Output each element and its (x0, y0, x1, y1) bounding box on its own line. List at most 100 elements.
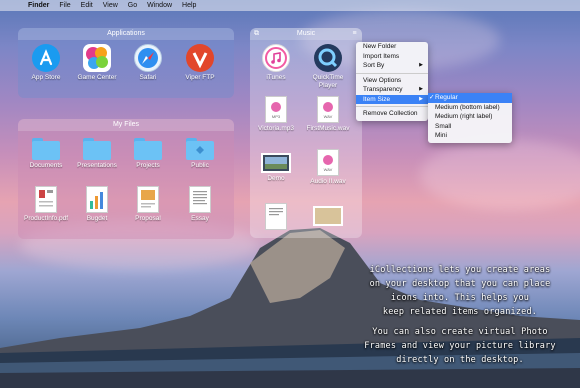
game-center-icon (83, 44, 111, 72)
safari-item[interactable]: Safari (126, 44, 170, 81)
victoria-label: Victoria.mp3 (257, 125, 294, 132)
safari-icon (134, 44, 162, 72)
caption-line: icons into. This helps you (390, 293, 530, 303)
caption-text: iCollections lets you create areas on yo… (340, 263, 580, 367)
svg-text:WAV: WAV (324, 114, 333, 119)
viper-ftp-label: Viper FTP (185, 74, 215, 81)
safari-label: Safari (139, 74, 157, 81)
menu-edit[interactable]: Edit (81, 2, 93, 9)
itunes-item[interactable]: iTunes (254, 44, 298, 81)
victoria-mp3-item[interactable]: MP3 Victoria.mp3 (254, 96, 298, 132)
menu-item-remove-collection[interactable]: Remove Collection (356, 109, 428, 119)
audio-file-icon: WAV (317, 149, 339, 176)
menu-help[interactable]: Help (182, 2, 196, 9)
document-icon (189, 186, 211, 213)
submenu-item-mini[interactable]: Mini (428, 131, 512, 141)
folder-icon (186, 138, 214, 160)
audio-ii-wav-item[interactable]: WAV Audio II.wav (306, 149, 350, 185)
context-menu: New Folder Import Items Sort By ▶ View Op… (356, 42, 428, 121)
menu-separator (356, 106, 428, 107)
app-store-label: App Store (31, 74, 61, 81)
folder-icon (134, 138, 162, 160)
caption-line: directly on the desktop. (396, 355, 524, 365)
pdf-document-icon (35, 186, 57, 213)
music-title: ⧉ Music ≡ (250, 28, 362, 40)
music-collection[interactable]: ⧉ Music ≡ iTunes QuickTime Player MP3 Vi… (250, 28, 362, 238)
public-label: Public (191, 162, 209, 169)
menu-view[interactable]: View (103, 2, 118, 9)
public-folder-item[interactable]: Public (178, 135, 222, 169)
documents-label: Documents (29, 162, 63, 169)
menu-item-new-folder[interactable]: New Folder (356, 42, 428, 52)
menu-item-view-options[interactable]: View Options (356, 76, 428, 86)
submenu-arrow-icon: ▶ (419, 62, 423, 68)
menu-item-sort-by[interactable]: Sort By ▶ (356, 61, 428, 71)
menu-bar: Finder File Edit View Go Window Help (0, 0, 580, 11)
firstmusic-label: FirstMusic.wav (306, 125, 350, 132)
caption-line: You can also create virtual Photo (372, 327, 548, 337)
document-icon (137, 186, 159, 213)
menu-go[interactable]: Go (128, 2, 137, 9)
proposal-label: Proposal (135, 215, 161, 222)
essay-item[interactable]: Essay (178, 186, 222, 222)
document-item[interactable] (254, 203, 298, 230)
my-files-collection[interactable]: My Files Documents Presentations Project… (18, 119, 234, 239)
submenu-arrow-icon: ▶ (419, 86, 423, 92)
spreadsheet-icon (86, 186, 108, 213)
app-store-item[interactable]: App Store (24, 44, 68, 81)
productinfo-pdf-item[interactable]: ProductInfo.pdf (24, 186, 68, 222)
menu-item-transparency[interactable]: Transparency ▶ (356, 85, 428, 95)
presentations-label: Presentations (77, 162, 117, 169)
svg-text:MP3: MP3 (272, 114, 281, 119)
demo-label: Demo (267, 175, 285, 182)
caption-line: on your desktop that you can place (369, 279, 551, 289)
image-item[interactable] (306, 206, 350, 226)
panel-menu-icon[interactable]: ≡ (351, 30, 358, 37)
menu-file[interactable]: File (59, 2, 70, 9)
menu-separator (356, 72, 428, 74)
itunes-label: iTunes (266, 74, 286, 81)
audio-ii-label: Audio II.wav (310, 178, 346, 185)
app-store-icon (32, 44, 60, 72)
svg-text:WAV: WAV (324, 167, 333, 172)
video-file-icon (261, 153, 291, 173)
menu-window[interactable]: Window (147, 2, 172, 9)
caption-line: Frames and view your picture library (364, 341, 556, 351)
folder-icon (32, 138, 60, 160)
transparency-label: Transparency (363, 86, 403, 93)
caption-line: iCollections lets you create areas (369, 265, 551, 275)
game-center-label: Game Center (77, 74, 117, 81)
item-size-submenu: ✓ Regular Medium (bottom label) Medium (r… (428, 93, 512, 143)
quicktime-icon (314, 44, 342, 72)
regular-label: Regular (435, 94, 458, 101)
proposal-item[interactable]: Proposal (126, 186, 170, 222)
game-center-item[interactable]: Game Center (75, 44, 119, 81)
expand-icon[interactable]: ⧉ (253, 30, 260, 37)
essay-label: Essay (191, 215, 209, 222)
viper-ftp-item[interactable]: Viper FTP (178, 44, 222, 81)
submenu-item-regular[interactable]: ✓ Regular (428, 93, 512, 103)
bugdet-label: Bugdet (86, 215, 108, 222)
projects-label: Projects (136, 162, 160, 169)
submenu-item-medium-bottom[interactable]: Medium (bottom label) (428, 103, 512, 113)
itunes-icon (262, 44, 290, 72)
demo-item[interactable]: Demo (254, 149, 298, 182)
presentations-folder-item[interactable]: Presentations (75, 135, 119, 169)
image-file-icon (313, 206, 343, 226)
submenu-item-small[interactable]: Small (428, 122, 512, 132)
submenu-arrow-icon: ▶ (419, 95, 423, 102)
menu-item-item-size[interactable]: Item Size ▶ (356, 94, 428, 104)
menu-app-finder[interactable]: Finder (28, 2, 49, 9)
audio-file-icon: WAV (317, 96, 339, 123)
documents-folder-item[interactable]: Documents (24, 135, 68, 169)
firstmusic-wav-item[interactable]: WAV FirstMusic.wav (306, 96, 350, 132)
quicktime-item[interactable]: QuickTime Player (306, 44, 350, 90)
checkmark-icon: ✓ (429, 94, 435, 101)
projects-folder-item[interactable]: Projects (126, 135, 170, 169)
applications-title: Applications (18, 28, 234, 40)
submenu-item-medium-right[interactable]: Medium (right label) (428, 112, 512, 122)
audio-file-icon: MP3 (265, 96, 287, 123)
bugdet-item[interactable]: Bugdet (75, 186, 119, 222)
menu-item-import-items[interactable]: Import Items (356, 52, 428, 62)
applications-collection[interactable]: Applications App Store Game Center Safar… (18, 28, 234, 98)
